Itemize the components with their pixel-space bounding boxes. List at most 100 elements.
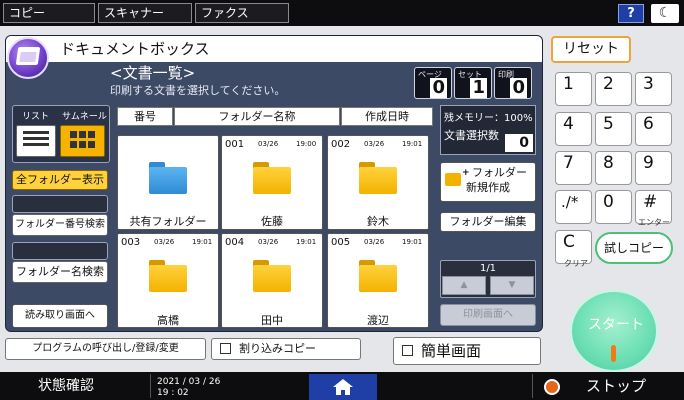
folder-time: 19:01 bbox=[402, 238, 423, 246]
set-counter: セット 1 bbox=[454, 67, 492, 99]
enter-label: エンター bbox=[638, 218, 670, 227]
print-screen-button[interactable]: 印刷画面へ bbox=[440, 304, 536, 326]
simple-screen-button[interactable]: 簡単画面 bbox=[393, 337, 541, 365]
home-button[interactable] bbox=[309, 374, 377, 400]
app-title: ドキュメントボックス bbox=[60, 40, 210, 58]
simple-screen-label: 簡単画面 bbox=[421, 342, 482, 360]
screen-title: <文書一覧> bbox=[110, 64, 196, 82]
key-7[interactable]: 7 bbox=[555, 151, 592, 185]
interrupt-copy-button[interactable]: 割り込みコピー bbox=[211, 338, 361, 360]
page-down-button[interactable]: ▼ bbox=[490, 276, 534, 295]
key-3[interactable]: 3 bbox=[635, 72, 672, 106]
read-screen-button[interactable]: 読み取り画面へ bbox=[12, 304, 108, 328]
key-5[interactable]: 5 bbox=[595, 112, 632, 146]
tab-scanner[interactable]: スキャナー bbox=[98, 3, 192, 23]
new-folder-label-1: フォルダー bbox=[472, 166, 527, 179]
reset-button[interactable]: リセット bbox=[551, 36, 631, 63]
clear-label: C bbox=[563, 232, 575, 252]
folder-date: 03/26 bbox=[364, 238, 385, 246]
folder-date: 03/26 bbox=[364, 140, 385, 148]
start-indicator bbox=[611, 345, 616, 362]
folder-name-search-button[interactable]: フォルダー名検索 bbox=[12, 261, 108, 283]
print-counter: 印刷 0 bbox=[494, 67, 532, 99]
tab-fax[interactable]: ファクス bbox=[195, 3, 289, 23]
folder-name-search-header bbox=[12, 242, 108, 260]
folder-number: 003 bbox=[121, 237, 141, 248]
all-folders-button[interactable]: 全フォルダー表示 bbox=[12, 170, 108, 190]
key-2[interactable]: 2 bbox=[595, 72, 632, 106]
folder-name: 田中 bbox=[261, 314, 283, 327]
folder-date: 03/26 bbox=[258, 140, 279, 148]
thumbnail-view-label: サムネール bbox=[62, 112, 107, 122]
status-check-button[interactable]: 状態確認 bbox=[38, 375, 94, 397]
folder-name: 鈴木 bbox=[367, 215, 389, 228]
column-header-created[interactable]: 作成日時 bbox=[341, 107, 433, 126]
new-folder-label-2: 新規作成 bbox=[466, 181, 510, 194]
column-header-folder-name[interactable]: フォルダー名称 bbox=[174, 107, 340, 126]
column-header-number[interactable]: 番号 bbox=[117, 107, 173, 126]
status-time: 19 : 02 bbox=[157, 388, 189, 398]
folder-name: 渡辺 bbox=[367, 314, 389, 327]
simple-screen-checkbox bbox=[402, 345, 413, 356]
clear-key[interactable]: C クリア bbox=[555, 230, 592, 268]
folder-name: 佐藤 bbox=[261, 215, 283, 228]
document-icon-inner bbox=[19, 52, 37, 62]
selected-count-value: 0 bbox=[505, 134, 533, 152]
folder-number-search-button[interactable]: フォルダー番号検索 bbox=[12, 214, 108, 236]
page-counter-value: 0 bbox=[430, 77, 447, 98]
folder-time: 19:01 bbox=[192, 238, 213, 246]
selected-count-label: 文書選択数 bbox=[444, 129, 499, 142]
new-folder-icon bbox=[445, 173, 461, 186]
shared-folder-icon bbox=[149, 162, 187, 194]
folder-icon bbox=[359, 260, 397, 292]
thumbnail-grid-icon bbox=[70, 131, 96, 149]
stop-button[interactable]: ストップ bbox=[586, 375, 646, 397]
folder-number: 002 bbox=[331, 139, 351, 150]
stop-icon bbox=[544, 379, 560, 395]
hash-label: # bbox=[643, 192, 658, 212]
edit-folder-button[interactable]: フォルダー編集 bbox=[440, 212, 536, 232]
key-dot-star[interactable]: .∕* bbox=[555, 190, 592, 224]
key-0[interactable]: 0 bbox=[595, 190, 632, 224]
status-divider-right bbox=[532, 374, 533, 398]
page-counter: ページ 0 bbox=[414, 67, 452, 99]
folder-icon bbox=[253, 260, 291, 292]
folder-icon bbox=[359, 162, 397, 194]
folder-time: 19:01 bbox=[296, 238, 317, 246]
folder-time: 19:00 bbox=[296, 140, 317, 148]
home-icon bbox=[333, 379, 353, 395]
page-up-button[interactable]: ▲ bbox=[442, 276, 486, 295]
moon-icon[interactable]: ☾ bbox=[651, 4, 679, 23]
list-view-label: リスト bbox=[22, 112, 50, 122]
remaining-memory: 残メモリー：100% bbox=[444, 113, 533, 124]
key-hash-enter[interactable]: # エンター bbox=[635, 190, 672, 227]
folder-number: 005 bbox=[331, 237, 351, 248]
page-indicator: 1/1 bbox=[479, 263, 497, 274]
tab-copy[interactable]: コピー bbox=[3, 3, 95, 23]
folder-date: 03/26 bbox=[154, 238, 175, 246]
folder-number-search-header bbox=[12, 195, 108, 213]
folder-icon bbox=[253, 162, 291, 194]
folder-name: 共有フォルダー bbox=[129, 215, 207, 228]
key-9[interactable]: 9 bbox=[635, 151, 672, 185]
list-icon bbox=[23, 131, 49, 149]
status-divider bbox=[150, 374, 151, 398]
folder-number: 004 bbox=[225, 237, 245, 248]
key-6[interactable]: 6 bbox=[635, 112, 672, 146]
folder-time: 19:01 bbox=[402, 140, 423, 148]
key-1[interactable]: 1 bbox=[555, 72, 592, 106]
program-button[interactable]: プログラムの呼び出し/登録/変更 bbox=[5, 338, 206, 360]
interrupt-copy-label: 割り込みコピー bbox=[239, 342, 316, 355]
key-8[interactable]: 8 bbox=[595, 151, 632, 185]
status-date: 2021 / 03 / 26 bbox=[157, 377, 221, 387]
screen-subtitle: 印刷する文書を選択してください。 bbox=[110, 84, 286, 97]
trial-copy-button[interactable]: 試しコピー bbox=[595, 232, 673, 264]
help-button[interactable]: ? bbox=[618, 4, 644, 23]
print-counter-value: 0 bbox=[510, 77, 527, 98]
plus-icon: + bbox=[462, 168, 470, 178]
folder-icon bbox=[149, 260, 187, 292]
folder-date: 03/26 bbox=[258, 238, 279, 246]
folder-name: 高橋 bbox=[157, 314, 179, 327]
key-4[interactable]: 4 bbox=[555, 112, 592, 146]
start-label: スタート bbox=[588, 317, 644, 333]
